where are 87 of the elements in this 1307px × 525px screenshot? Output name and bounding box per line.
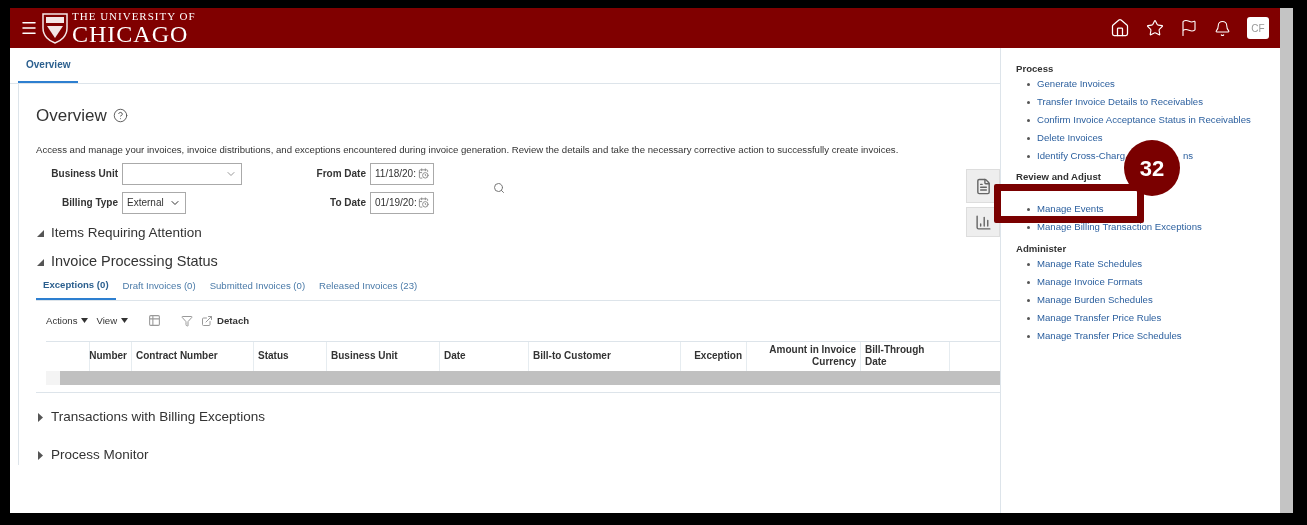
task-link[interactable]: Manage Rate Schedules: [1037, 256, 1143, 272]
section-title[interactable]: Items Requiring Attention: [51, 222, 202, 244]
bullet-icon: [1027, 334, 1030, 338]
task-link[interactable]: Manage Burden Schedules: [1037, 292, 1153, 308]
bullet-icon: [1027, 280, 1030, 284]
task-link[interactable]: Manage Events: [1037, 201, 1104, 217]
home-icon[interactable]: [1110, 18, 1130, 38]
task-link[interactable]: Generate Invoices: [1037, 76, 1115, 92]
step-badge: 32: [1124, 140, 1180, 196]
group-heading: Review and Adjust: [1016, 170, 1101, 183]
logo-title: CHICAGO: [72, 21, 190, 46]
calendar-icon[interactable]: [418, 197, 429, 209]
expand-triangle-icon[interactable]: [36, 412, 45, 422]
section-title[interactable]: Transactions with Billing Exceptions: [51, 406, 266, 428]
column-header[interactable]: Number: [90, 341, 132, 371]
bullet-icon: [1027, 100, 1030, 104]
column-header[interactable]: Business Unit: [327, 341, 440, 371]
bullet-icon: [1027, 316, 1030, 320]
expand-triangle-icon[interactable]: [36, 450, 45, 460]
detach-button[interactable]: Detach: [217, 313, 250, 329]
bullet-icon: [1027, 298, 1030, 302]
column-header[interactable]: Contract Number: [132, 341, 254, 371]
side-tab[interactable]: [966, 169, 1000, 203]
vertical-scrollbar[interactable]: [1280, 8, 1293, 513]
status-tab[interactable]: Released Invoices (23): [312, 277, 425, 300]
document-icon: [974, 177, 992, 195]
description-text: Access and manage your invoices, invoice distributions, and exceptions encountered during invoice generation. Review the details and take the necessary corrective action to successfully create invoices.: [36, 142, 900, 157]
section-title[interactable]: Process Monitor: [51, 445, 149, 466]
column-header[interactable]: Date: [440, 341, 529, 371]
date-field[interactable]: 11/18/20:: [370, 162, 434, 185]
bullet-icon: [1027, 262, 1030, 266]
collapse-triangle-icon[interactable]: [36, 228, 45, 238]
bullet-icon: [1027, 207, 1030, 211]
calendar-icon[interactable]: [418, 168, 429, 180]
column-header[interactable]: Exception: [681, 341, 747, 371]
crest-icon: [42, 12, 68, 44]
filter-icon[interactable]: [181, 314, 194, 327]
menu-icon[interactable]: [20, 19, 38, 37]
task-link[interactable]: Manage Invoice Formats: [1037, 274, 1143, 290]
task-link[interactable]: Transfer Invoice Details to Receivables: [1037, 94, 1203, 110]
select-field[interactable]: External: [122, 191, 186, 214]
help-icon[interactable]: [112, 108, 128, 124]
status-tab[interactable]: Draft Invoices (0): [115, 277, 203, 300]
task-link[interactable]: Manage Transfer Price Rules: [1037, 310, 1162, 326]
bell-icon[interactable]: [1214, 19, 1231, 37]
side-tab[interactable]: [966, 207, 1000, 237]
field-label: To Date: [329, 196, 366, 211]
flag-icon[interactable]: [1180, 19, 1198, 37]
caret-icon[interactable]: [121, 318, 129, 324]
bullet-icon: [1027, 118, 1030, 122]
collapse-triangle-icon[interactable]: [36, 257, 45, 267]
bullet-icon: [1027, 136, 1030, 140]
bullet-icon: [1027, 154, 1030, 158]
select-field[interactable]: [122, 162, 242, 185]
caret-icon[interactable]: [81, 318, 89, 324]
date-field[interactable]: 01/19/20:: [370, 191, 434, 214]
toolbar-menu[interactable]: View: [96, 313, 118, 329]
task-link[interactable]: Manage Billing Transaction Exceptions: [1037, 219, 1202, 235]
section-title[interactable]: Invoice Processing Status: [51, 251, 218, 273]
field-label: Billing Type: [61, 196, 118, 211]
logo-subtitle: THE UNIVERSITY OF: [72, 10, 196, 22]
horizontal-scrollbar[interactable]: [46, 370, 1000, 385]
task-link[interactable]: Confirm Invoice Acceptance Status in Receivables: [1037, 112, 1251, 128]
status-tab[interactable]: Submitted Invoices (0): [202, 277, 313, 300]
bullet-icon: [1027, 82, 1030, 86]
star-icon[interactable]: [1146, 19, 1164, 37]
task-link[interactable]: Delete Invoices: [1037, 130, 1103, 146]
detach-icon[interactable]: [201, 314, 214, 327]
page-tab[interactable]: Overview: [18, 48, 79, 83]
column-header[interactable]: Bill-Through Date: [861, 341, 950, 371]
group-heading: Administer: [1016, 242, 1067, 255]
bar-chart-icon: [974, 213, 992, 231]
bullet-icon: [1027, 225, 1030, 229]
column-header[interactable]: Bill-to Customer: [529, 341, 681, 371]
task-link[interactable]: Identify Cross-Charg: [1037, 148, 1125, 164]
field-label: From Date: [315, 167, 366, 182]
column-header[interactable]: Status: [254, 341, 327, 371]
table-icon[interactable]: [148, 314, 162, 328]
task-link[interactable]: Manage Transfer Price Schedules: [1037, 328, 1182, 344]
status-tab[interactable]: Exceptions (0): [36, 277, 116, 300]
search-icon[interactable]: [493, 182, 505, 195]
group-heading: Process: [1016, 62, 1054, 75]
page-title: Overview: [36, 105, 107, 127]
toolbar-menu[interactable]: Actions: [46, 313, 78, 329]
column-header[interactable]: Amount in Invoice Currency: [747, 341, 861, 371]
task-link[interactable]: ns: [1183, 149, 1194, 164]
field-label: Business Unit: [50, 167, 118, 182]
